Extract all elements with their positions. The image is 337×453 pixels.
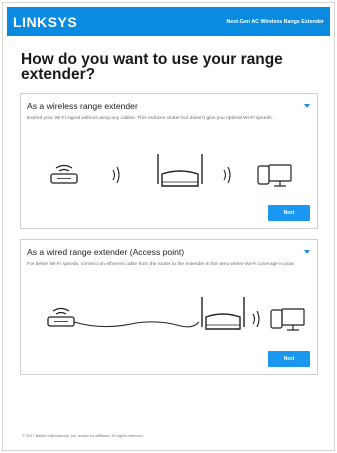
linksys-logo: LINKSYS	[13, 13, 78, 30]
wifi-signal-icon	[223, 166, 231, 184]
router-icon	[50, 164, 78, 184]
top-bar: LINKSYS Next-Gen AC Wireless Range Exten…	[7, 7, 330, 36]
devices-icon	[270, 308, 305, 331]
range-extender-icon	[201, 297, 245, 330]
wireless-extender-card[interactable]: As a wireless range extender Extend your…	[20, 93, 318, 229]
wifi-signal-icon	[252, 310, 260, 328]
ethernet-cable-icon	[73, 321, 200, 328]
page-title: How do you want to use your range extend…	[21, 51, 283, 83]
next-button[interactable]: Next	[268, 351, 310, 367]
next-button[interactable]: Next	[268, 205, 310, 221]
wired-extender-card[interactable]: As a wired range extender (Access point)…	[20, 239, 318, 375]
product-tagline: Next-Gen AC Wireless Range Extender	[226, 18, 324, 25]
range-extender-icon	[157, 154, 203, 187]
copyright-text: © 2017 Belkin International, Inc. and/or…	[22, 433, 144, 438]
devices-icon	[257, 164, 292, 187]
wifi-signal-icon	[112, 166, 120, 184]
router-icon	[47, 307, 75, 327]
